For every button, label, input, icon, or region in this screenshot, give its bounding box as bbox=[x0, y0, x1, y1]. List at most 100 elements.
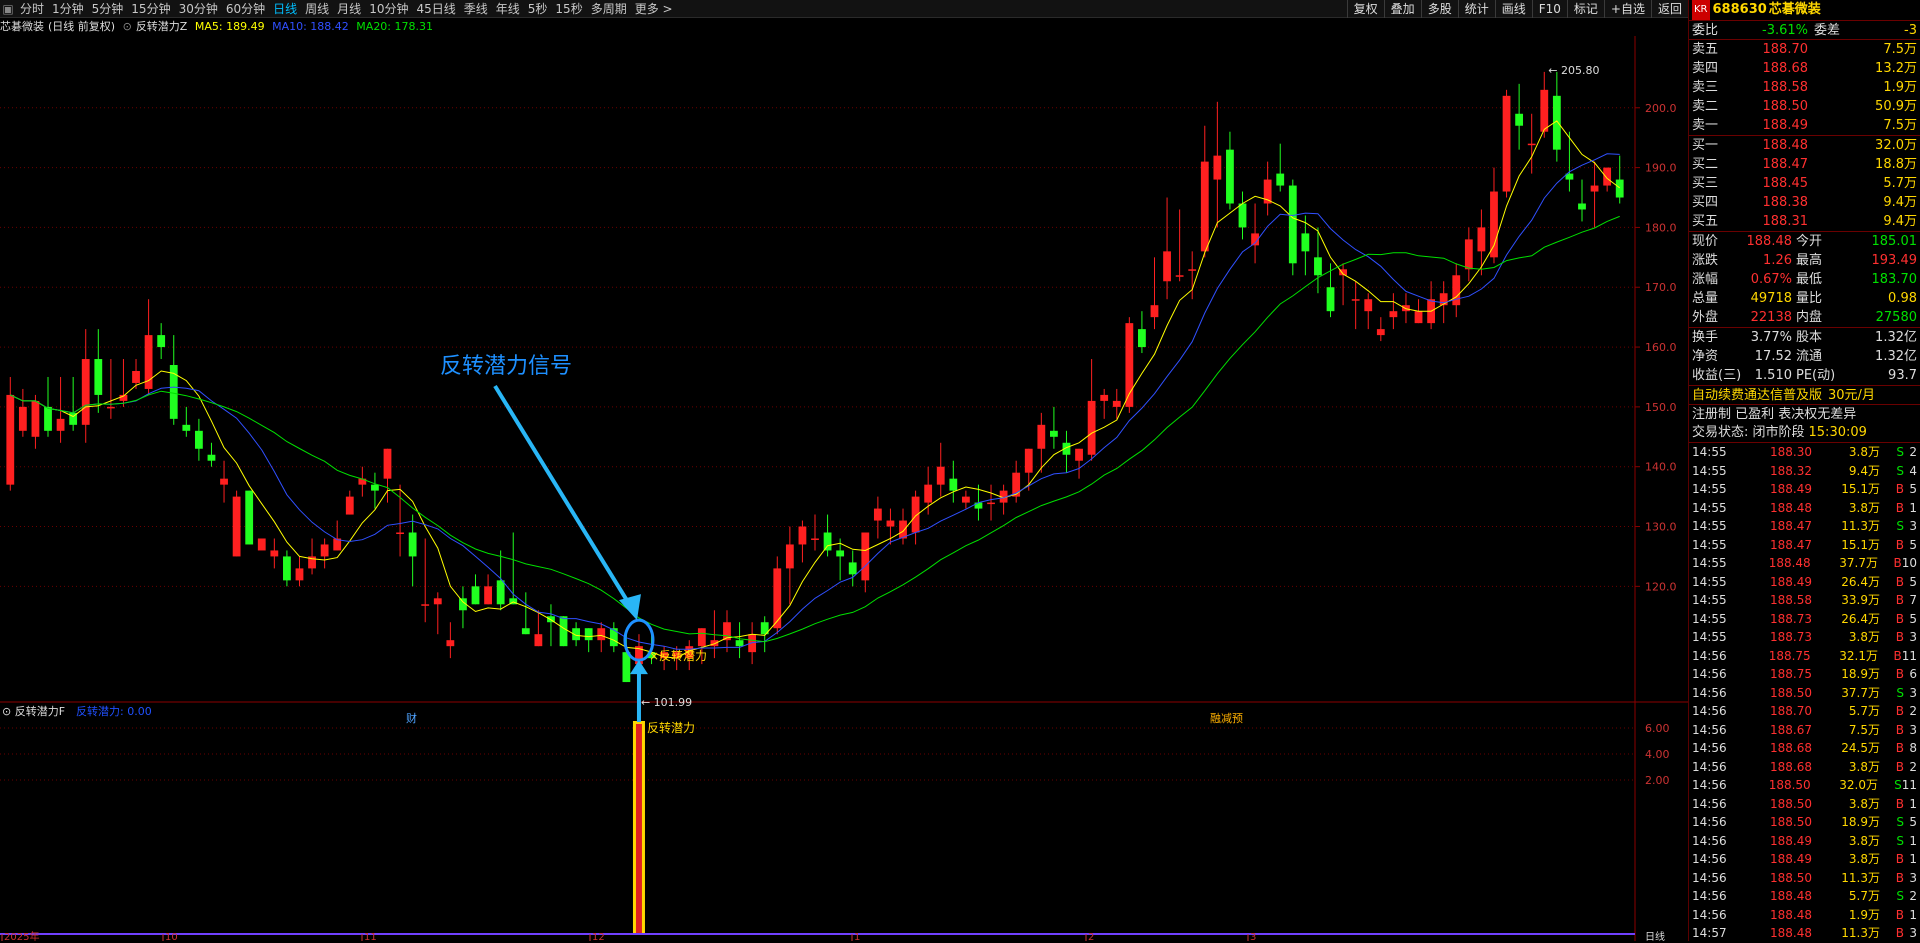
tool-button[interactable]: 叠加 bbox=[1383, 0, 1421, 18]
period-toolbar: ▣ 分时 1分钟 5分钟 15分钟 30分钟 60分钟 日线 周线 月线 10分钟 45日线 季线 年线 5… bbox=[0, 0, 1688, 18]
price-tick-label: 150.0 bbox=[1645, 401, 1677, 414]
sub-indicator-title[interactable]: ⊙ 反转潜力F bbox=[2, 704, 65, 718]
stock-name: 芯碁微装 bbox=[0, 20, 44, 33]
indicator-name[interactable]: 反转潜力Z bbox=[136, 20, 188, 33]
promo-banner[interactable]: 自动续费通达信普及版 30元/月 bbox=[1689, 385, 1920, 404]
tick-row: 14:55 188.58 33.9万 B 7 bbox=[1689, 591, 1920, 610]
stat-label: 涨幅 bbox=[1692, 272, 1719, 287]
tool-button[interactable]: 返回 bbox=[1650, 0, 1688, 18]
tool-button[interactable]: 复权 bbox=[1346, 0, 1384, 18]
tick-row: 14:55 188.73 3.8万 B 3 bbox=[1689, 628, 1920, 647]
tick-count: 2 bbox=[1909, 759, 1917, 774]
candle-body bbox=[6, 394, 15, 485]
tick-row: 14:55 188.49 15.1万 B 5 bbox=[1689, 480, 1920, 499]
tool-button[interactable]: +自选 bbox=[1603, 0, 1651, 18]
timeframe-tab[interactable]: 周线 bbox=[301, 0, 333, 18]
tick-price: 188.48 bbox=[1770, 500, 1812, 515]
stat-value: 1.32亿 bbox=[1875, 330, 1917, 345]
tick-side: B bbox=[1895, 574, 1904, 589]
tool-button[interactable]: 统计 bbox=[1457, 0, 1495, 18]
date-axis-label: 12 bbox=[592, 932, 605, 941]
tick-side: S bbox=[1896, 685, 1904, 700]
timeframe-tab[interactable]: 30分钟 bbox=[175, 0, 222, 18]
candle-body bbox=[785, 544, 794, 569]
timeframe-tab[interactable]: 月线 bbox=[333, 0, 365, 18]
stock-code: 688630 bbox=[1712, 2, 1767, 17]
timeframe-tab[interactable]: 45日线 bbox=[412, 0, 459, 18]
timeframe-tab[interactable]: 季线 bbox=[460, 0, 492, 18]
ma10-value: MA10: 188.42 bbox=[272, 20, 349, 33]
indicator-toggle-icon[interactable]: ⊙ bbox=[123, 20, 132, 33]
quote-panel: KR 688630 芯碁微装 委比 -3.61% 委差 -3 卖五 188.70 7… bbox=[1688, 0, 1920, 941]
event-marker[interactable]: 财 bbox=[406, 711, 417, 725]
period-corner-label[interactable]: 日线 bbox=[1645, 930, 1665, 941]
menu-icon[interactable]: ▣ bbox=[0, 0, 16, 18]
tick-count: 5 bbox=[1909, 482, 1917, 496]
event-marker[interactable]: 融减预 bbox=[1210, 712, 1243, 725]
timeframe-tab[interactable]: 分时 bbox=[16, 0, 48, 18]
candle-body bbox=[861, 532, 870, 581]
book-label: 卖四 bbox=[1692, 61, 1719, 76]
timeframe-tab[interactable]: 更多 > bbox=[631, 0, 677, 18]
tick-volume: 18.9万 bbox=[1841, 667, 1880, 681]
tick-list[interactable]: 14:55 188.30 3.8万 S 2 14:55 188.32 9.4万 S 4 14:55 1… bbox=[1689, 442, 1920, 943]
candle-body bbox=[446, 640, 455, 647]
tick-side: B bbox=[1895, 537, 1904, 552]
tick-time: 14:56 bbox=[1692, 741, 1727, 755]
trade-status-time: 15:30:09 bbox=[1808, 425, 1867, 440]
stat-row: 总量 49718 量比 0.98 bbox=[1689, 289, 1920, 308]
candle-body bbox=[1578, 203, 1586, 210]
candle-body bbox=[371, 484, 379, 491]
timeframe-tab[interactable]: 15秒 bbox=[551, 0, 586, 18]
tick-time: 14:56 bbox=[1692, 685, 1727, 700]
candle-body bbox=[836, 550, 845, 557]
candle-body bbox=[949, 478, 958, 491]
timeframe-tab[interactable]: 日线 bbox=[269, 0, 301, 18]
sub-signal-label: 反转潜力 bbox=[647, 720, 695, 735]
candle-body bbox=[484, 586, 492, 605]
registration-info: 注册制 已盈利 表决权无差异 bbox=[1689, 404, 1920, 423]
tool-button[interactable]: 多股 bbox=[1420, 0, 1458, 18]
promo-price: 30元/月 bbox=[1828, 388, 1875, 403]
timeframe-tab[interactable]: 年线 bbox=[492, 0, 524, 18]
timeframe-tab[interactable]: 15分钟 bbox=[127, 0, 174, 18]
timeframe-tab[interactable]: 1分钟 bbox=[48, 0, 88, 18]
candle-body bbox=[1452, 275, 1461, 306]
tool-button[interactable]: 画线 bbox=[1494, 0, 1532, 18]
timeframe-tab[interactable]: 10分钟 bbox=[365, 0, 412, 18]
tick-count: 10 bbox=[1901, 556, 1917, 570]
weibi-label: 委比 bbox=[1692, 23, 1719, 38]
candle-body bbox=[270, 550, 279, 557]
tool-button[interactable]: 标记 bbox=[1566, 0, 1604, 18]
tick-price: 188.68 bbox=[1770, 759, 1812, 774]
tick-volume: 15.1万 bbox=[1841, 482, 1880, 496]
stat-label: PE(动) bbox=[1796, 368, 1836, 383]
timeframe-tab[interactable]: 5分钟 bbox=[88, 0, 128, 18]
candle-body bbox=[597, 628, 606, 641]
tool-button[interactable]: F10 bbox=[1531, 0, 1567, 18]
low-label: ← 101.99 bbox=[641, 696, 692, 709]
tick-side: B bbox=[1895, 722, 1904, 737]
tick-time: 14:55 bbox=[1692, 611, 1727, 626]
tick-volume: 37.7万 bbox=[1839, 556, 1878, 570]
tick-side: B bbox=[1895, 500, 1904, 515]
candle-body bbox=[911, 496, 920, 533]
timeframe-tab[interactable]: 5秒 bbox=[524, 0, 552, 18]
book-label: 卖三 bbox=[1692, 80, 1719, 95]
candle-body bbox=[1515, 113, 1524, 126]
tick-price: 188.48 bbox=[1770, 907, 1812, 922]
timeframe-tab[interactable]: 60分钟 bbox=[222, 0, 269, 18]
promo-text[interactable]: 自动续费通达信普及版 bbox=[1692, 386, 1822, 404]
tick-count: 3 bbox=[1909, 519, 1917, 533]
tick-row: 14:56 188.68 24.5万 B 8 bbox=[1689, 739, 1920, 758]
kline-chart[interactable]: 200.0 190.0 180.0 170.0 160.0 150.0 140.0 130.0… bbox=[0, 36, 1688, 941]
tick-side: B bbox=[1895, 704, 1904, 718]
stat-label: 股本 bbox=[1796, 330, 1823, 345]
book-price: 188.47 bbox=[1762, 157, 1809, 172]
signal-bar-core bbox=[635, 724, 642, 934]
tick-price: 188.49 bbox=[1770, 482, 1812, 496]
timeframe-tab[interactable]: 多周期 bbox=[587, 0, 631, 18]
candle-body bbox=[283, 556, 291, 581]
stat-value: 3.77% bbox=[1750, 330, 1792, 345]
stat-value: 17.52 bbox=[1754, 349, 1792, 364]
